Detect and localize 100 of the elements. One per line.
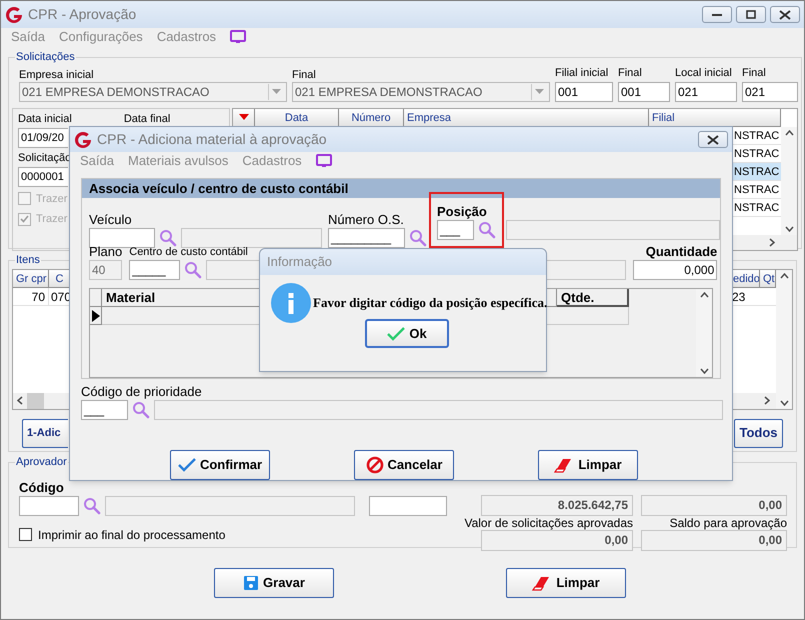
check-icon — [178, 458, 196, 472]
table-cell: 70 — [13, 288, 49, 306]
scrollbar[interactable] — [781, 126, 797, 234]
window-title: CPR - Adiciona material à aprovação — [97, 130, 327, 149]
input-field[interactable]: 021 — [675, 82, 737, 102]
column-header[interactable]: C — [49, 270, 70, 288]
close-button[interactable] — [698, 131, 728, 148]
scroll-up-icon[interactable] — [784, 130, 794, 136]
action-button[interactable]: Limpar — [506, 568, 626, 598]
table-cell[interactable]: NSTRAC — [733, 126, 781, 144]
field-label: Plano — [89, 244, 122, 260]
table-cell[interactable]: NSTRAC — [733, 162, 781, 180]
scrollbar[interactable] — [730, 392, 776, 408]
action-button[interactable]: Gravar — [214, 568, 334, 598]
table-cell[interactable]: NSTRAC — [733, 198, 781, 216]
maximize-button[interactable] — [736, 6, 766, 23]
column-header[interactable]: Data — [255, 108, 339, 126]
prohibited-icon — [366, 456, 384, 474]
minimize-button[interactable] — [702, 6, 732, 23]
dialog-title: Informação — [260, 249, 546, 275]
input-field[interactable] — [89, 228, 155, 248]
maximize-icon — [746, 10, 756, 19]
search-icon[interactable] — [83, 496, 101, 514]
scroll-right-icon[interactable] — [769, 238, 775, 246]
close-icon — [707, 134, 719, 144]
search-icon[interactable] — [478, 221, 496, 239]
info-icon — [271, 283, 311, 323]
search-icon[interactable] — [409, 229, 427, 247]
column-header[interactable]: Qt — [760, 270, 776, 288]
readonly-field: 0,00 — [641, 494, 787, 516]
field-label: Final — [742, 66, 766, 80]
search-icon[interactable] — [184, 261, 202, 279]
logo-icon — [74, 130, 92, 148]
scrollbar[interactable] — [696, 289, 712, 377]
scroll-up-icon[interactable] — [700, 292, 708, 298]
input-field[interactable]: ___ — [437, 220, 474, 240]
field-label: Veículo — [89, 212, 133, 228]
input-field[interactable]: ___ — [81, 400, 128, 420]
field-label: Posição — [437, 204, 488, 220]
field-label: Saldo para aprovação — [670, 516, 787, 530]
dropdown[interactable]: 021 EMPRESA DEMONSTRACAO — [292, 82, 550, 102]
search-icon[interactable] — [159, 229, 177, 247]
readonly-field: 0,00 — [641, 530, 787, 550]
checkbox-label: Trazer — [36, 192, 68, 206]
field-label: Data inicial — [18, 112, 72, 126]
monitor-icon[interactable] — [230, 30, 246, 44]
column-header[interactable]: Empresa — [404, 108, 649, 126]
scroll-up-icon[interactable] — [780, 272, 788, 278]
dropdown[interactable]: 021 EMPRESA DEMONSTRACAO — [19, 82, 287, 102]
scrollbar[interactable] — [13, 392, 70, 408]
scroll-left-icon[interactable] — [17, 396, 23, 405]
search-icon[interactable] — [132, 401, 150, 419]
group-title: Itens — [15, 253, 41, 268]
field-label: Solicitação — [18, 151, 72, 166]
message-text: Favor digitar código da posição específica. — [313, 294, 548, 312]
checkbox[interactable] — [19, 528, 32, 541]
scroll-down-icon[interactable] — [700, 368, 708, 374]
field-label: Final — [618, 66, 642, 80]
scrollbar[interactable] — [776, 270, 792, 408]
scroll-down-icon[interactable] — [784, 226, 794, 232]
column-header[interactable]: Número — [339, 108, 404, 126]
table-cell[interactable]: NSTRAC — [733, 180, 781, 198]
scroll-down-icon[interactable] — [780, 400, 788, 406]
sort-header[interactable] — [233, 108, 255, 126]
table-cell[interactable]: NSTRAC — [733, 144, 781, 162]
close-button[interactable] — [770, 6, 800, 23]
input-field[interactable]: _____ — [129, 260, 180, 280]
ok-button[interactable]: Ok — [365, 319, 449, 348]
input-field[interactable]: 001 — [555, 82, 613, 102]
column-header[interactable]: Gr cpr — [13, 270, 49, 288]
input-field[interactable]: _________ — [328, 228, 405, 248]
action-button[interactable]: Todos — [734, 418, 783, 448]
row-pointer-icon — [92, 310, 100, 322]
field-label: Filial inicial — [555, 66, 608, 80]
input-field[interactable] — [369, 496, 447, 516]
field-label: Empresa inicial — [19, 68, 94, 82]
monitor-icon[interactable] — [316, 154, 332, 168]
input-field[interactable]: 001 — [618, 82, 670, 102]
field-label: Valor de solicitações aprovadas — [464, 516, 633, 530]
action-button[interactable]: 1-Adic — [22, 418, 68, 448]
action-button[interactable]: Cancelar — [354, 450, 454, 480]
window-title: CPR - Aprovação — [28, 5, 136, 24]
close-icon — [779, 10, 791, 20]
action-button[interactable]: Limpar — [538, 450, 638, 480]
input-field[interactable]: 01/09/20 — [18, 128, 68, 148]
sort-down-icon[interactable] — [238, 114, 248, 120]
input-field[interactable]: 0000001 — [18, 166, 68, 186]
group-title: Solicitações — [15, 50, 76, 65]
section-header: Associa veículo / centro de custo contábil — [82, 179, 720, 198]
scroll-right-icon[interactable] — [764, 396, 770, 405]
input-field: 40 — [89, 260, 122, 280]
input-field[interactable]: 0,000 — [633, 260, 718, 280]
field-label: Quantidade — [646, 244, 718, 260]
action-button[interactable]: Confirmar — [170, 450, 270, 480]
input-field[interactable]: 021 — [742, 82, 798, 102]
input-field[interactable] — [19, 496, 79, 516]
field-label: Número O.S. — [328, 212, 405, 228]
column-header[interactable]: Qtde. — [557, 289, 629, 307]
column-header[interactable]: Filial — [649, 108, 781, 126]
checkbox-label: Trazer — [36, 212, 68, 227]
